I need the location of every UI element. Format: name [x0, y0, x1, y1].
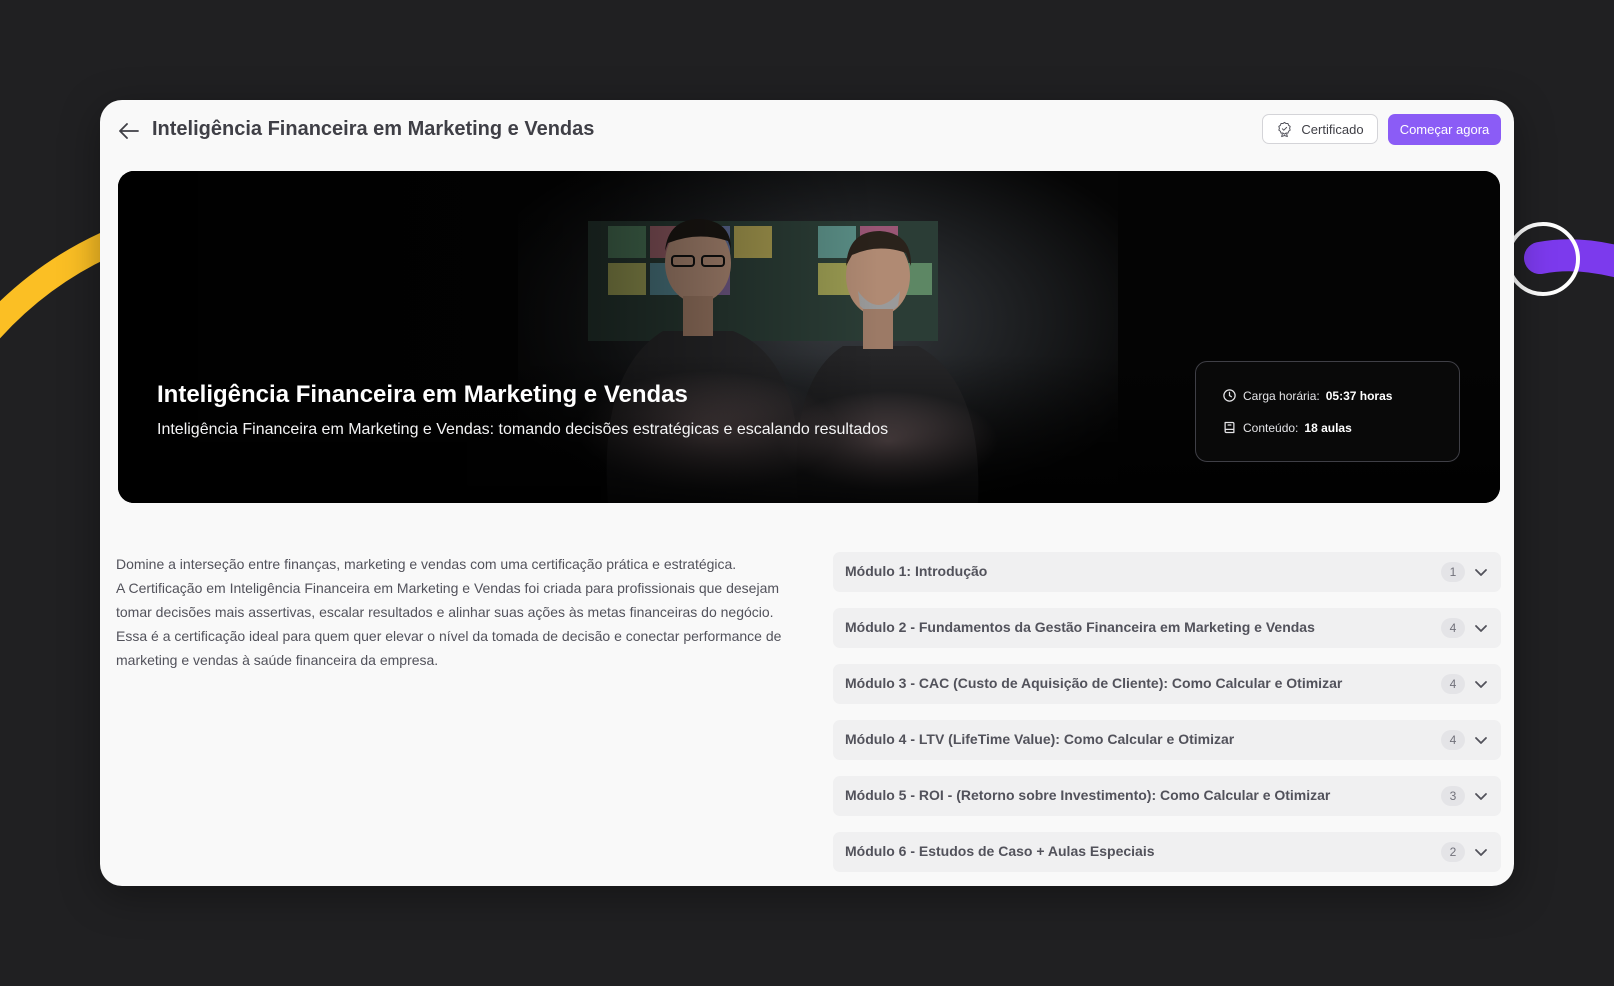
- lesson-count-badge: 1: [1441, 562, 1465, 582]
- module-item[interactable]: Módulo 1: Introdução 1: [833, 552, 1501, 592]
- module-title: Módulo 5 - ROI - (Retorno sobre Investim…: [845, 787, 1331, 803]
- yellow-arc-shape: [0, 232, 118, 339]
- back-button[interactable]: [116, 118, 142, 144]
- banner-title: Inteligência Financeira em Marketing e V…: [157, 381, 688, 408]
- course-description: Domine a interseção entre finanças, mark…: [116, 552, 786, 672]
- book-icon: [1224, 421, 1235, 434]
- course-card: Inteligência Financeira em Marketing e V…: [100, 100, 1514, 886]
- lesson-count-badge: 3: [1441, 786, 1465, 806]
- content-label: Conteúdo:: [1243, 420, 1299, 435]
- clock-icon: [1223, 389, 1236, 402]
- workload-value: 05:37 horas: [1325, 388, 1393, 403]
- lesson-count-badge: 4: [1441, 674, 1465, 694]
- workload-label: Carga horária:: [1243, 388, 1320, 403]
- module-item[interactable]: Módulo 3 - CAC (Custo de Aquisição de Cl…: [833, 664, 1501, 704]
- module-title: Módulo 2 - Fundamentos da Gestão Finance…: [845, 619, 1315, 635]
- lesson-count-badge: 4: [1441, 618, 1465, 638]
- arrow-left-icon: [119, 123, 139, 139]
- module-item[interactable]: Módulo 5 - ROI - (Retorno sobre Investim…: [833, 776, 1501, 816]
- content-value: 18 aulas: [1304, 420, 1352, 435]
- module-title: Módulo 1: Introdução: [845, 563, 988, 579]
- description-paragraph: Domine a interseção entre finanças, mark…: [116, 556, 737, 572]
- course-header: Inteligência Financeira em Marketing e V…: [100, 100, 1514, 160]
- page-title: Inteligência Financeira em Marketing e V…: [152, 118, 595, 140]
- chevron-down-icon: [1475, 737, 1487, 744]
- description-paragraph: A Certificação em Inteligência Financeir…: [116, 580, 782, 668]
- banner-subtitle: Inteligência Financeira em Marketing e V…: [157, 421, 889, 438]
- workload-stat: Carga horária: 05:37 horas: [1222, 388, 1392, 403]
- lesson-count-badge: 4: [1441, 730, 1465, 750]
- start-now-button[interactable]: Começar agora: [1388, 114, 1501, 145]
- chevron-down-icon: [1475, 569, 1487, 576]
- course-stats-box: Carga horária: 05:37 horas Conteúdo: 18 …: [1195, 361, 1460, 462]
- chevron-down-icon: [1475, 849, 1487, 856]
- certificate-button[interactable]: Certificado: [1262, 114, 1378, 144]
- lesson-count-badge: 2: [1441, 842, 1465, 862]
- chevron-down-icon: [1475, 681, 1487, 688]
- content-stat: Conteúdo: 18 aulas: [1222, 420, 1352, 435]
- chevron-down-icon: [1475, 793, 1487, 800]
- module-title: Módulo 6 - Estudos de Caso + Aulas Espec…: [845, 843, 1155, 859]
- chevron-down-icon: [1475, 625, 1487, 632]
- module-item[interactable]: Módulo 2 - Fundamentos da Gestão Finance…: [833, 608, 1501, 648]
- certificate-button-label: Certificado: [1301, 121, 1364, 137]
- module-title: Módulo 3 - CAC (Custo de Aquisição de Cl…: [845, 675, 1343, 691]
- module-title: Módulo 4 - LTV (LifeTime Value): Como Ca…: [845, 731, 1235, 747]
- module-item[interactable]: Módulo 6 - Estudos de Caso + Aulas Espec…: [833, 832, 1501, 872]
- module-item[interactable]: Módulo 4 - LTV (LifeTime Value): Como Ca…: [833, 720, 1501, 760]
- certificate-badge-icon: [1278, 121, 1292, 137]
- course-banner: Inteligência Financeira em Marketing e V…: [118, 171, 1500, 503]
